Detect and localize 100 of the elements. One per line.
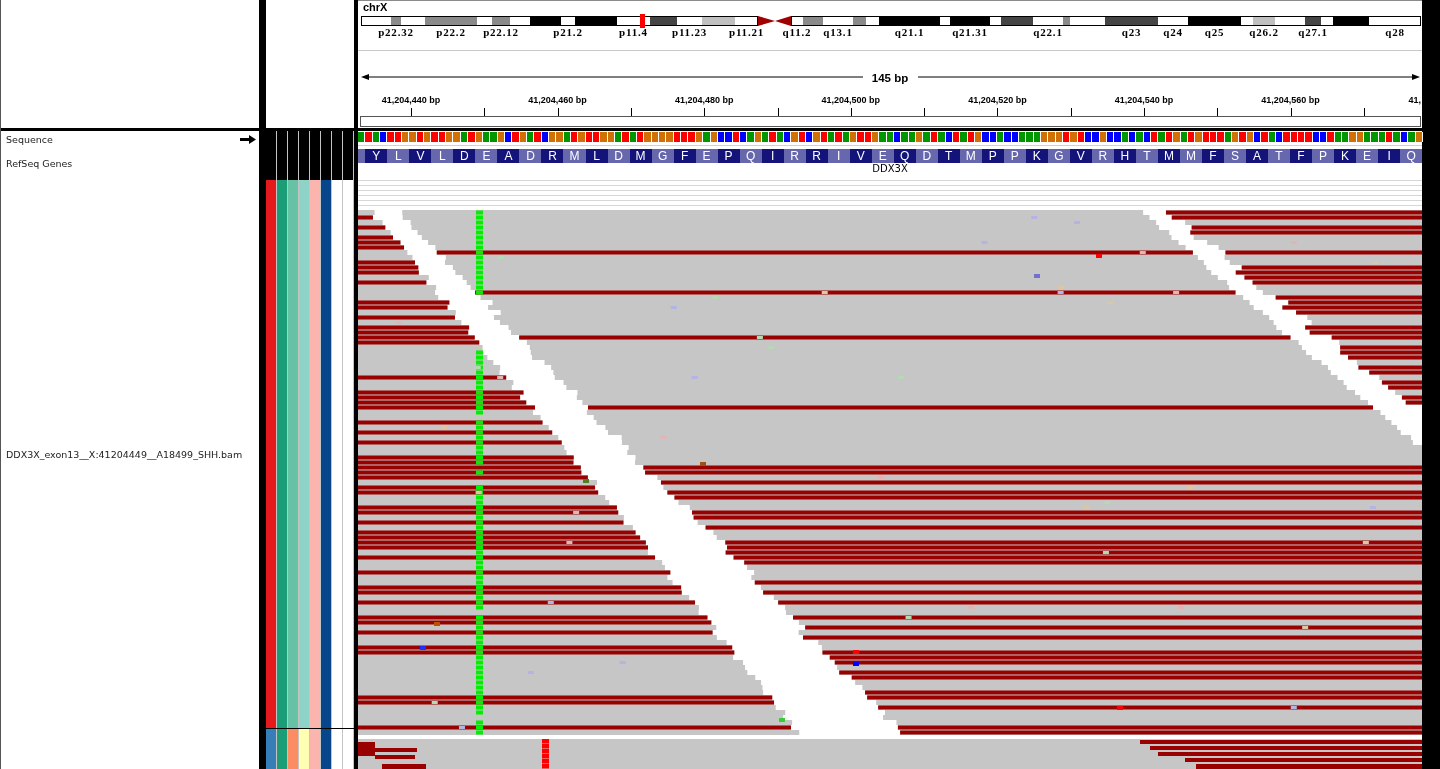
centromere-band [758,16,775,26]
band-label: p22.12 [483,26,519,38]
ideogram-band [1001,16,1033,26]
band-label: q27.1 [1298,26,1328,38]
amino-acid: E [871,149,894,163]
amino-acid: H [1113,149,1136,163]
ideogram-band [1188,16,1241,26]
amino-acid: M [563,149,586,163]
amino-acid: I [1378,149,1401,163]
ideogram-band [575,16,617,26]
amino-acid: I [827,149,850,163]
amino-acid: A [1245,149,1268,163]
amino-acid: M [1157,149,1180,163]
amino-acid: Q [739,149,762,163]
centromere-band [775,16,791,26]
ideogram-band [425,16,477,26]
ideogram-band [1105,16,1158,26]
band-label: q25 [1204,26,1225,38]
tick-label: 41,204,480 bp [674,95,734,105]
ideogram-band [950,16,990,26]
amino-acid: G [651,149,674,163]
chromosome-name: chrX [363,1,388,14]
current-view-marker [640,14,645,28]
amino-acid: D [453,149,476,163]
ideogram-band [650,16,677,26]
ideogram-band [1333,16,1369,26]
tick-label: 41,204,560 bp [1261,95,1320,105]
amino-acid: E [1356,149,1379,163]
band-label: p11.23 [671,26,708,38]
amino-acid: P [1003,149,1026,163]
band-label: q22.1 [1033,26,1063,38]
amino-acid: E [475,149,498,163]
tick-label: 41,204,540 bp [1114,95,1174,105]
amino-acid: A [497,149,520,163]
amino-acid: K [1334,149,1357,163]
amino-acid: T [1135,149,1158,163]
band-label: q23 [1121,26,1142,38]
tick-label: 41,204,520 bp [968,95,1027,105]
amino-acid: D [915,149,938,163]
amino-acid: Q [1400,149,1423,163]
ideogram-band [879,16,940,26]
band-label: q13.1 [823,26,853,38]
strand-arrow-icon[interactable] [240,135,256,144]
ideogram-band [853,16,866,26]
amino-acid: P [981,149,1004,163]
amino-acid: S [1223,149,1246,163]
band-label: q21.31 [952,26,988,38]
track-name[interactable]: Sequence [6,134,53,145]
amino-acid: R [1091,149,1114,163]
amino-acid: G [1047,149,1070,163]
tick-label: 41, [1408,95,1421,105]
amino-acid: Y [365,149,388,163]
gene-name: DDX3X [872,163,908,174]
band-label: p11.21 [728,26,765,38]
tick-label: 41,204,500 bp [821,95,881,105]
band-label: p22.2 [436,26,466,38]
ideogram-band [702,16,735,26]
amino-acid: M [959,149,982,163]
partial-codon-block [358,149,366,163]
amino-acid: R [541,149,564,163]
amino-acid: E [695,149,718,163]
tick-label: 41,204,460 bp [528,95,587,105]
amino-acid: I [761,149,784,163]
amino-acid: L [387,149,410,163]
amino-acid: V [1069,149,1092,163]
ideogram-band [1253,16,1275,26]
band-label: q24 [1163,26,1183,38]
track-name[interactable]: RefSeq Genes [6,158,73,169]
track-name[interactable]: DDX3X_exon13__X:41204449__A18499_SHH.bam [6,448,243,460]
amino-acid: M [629,149,652,163]
amino-acid: D [519,149,542,163]
amino-acid: D [607,149,630,163]
band-label: q11.2 [782,26,812,38]
ideogram-band [1305,16,1321,26]
ideogram-band [492,16,510,26]
amino-acid: L [585,149,608,163]
ideogram-band [803,16,823,26]
amino-acid: L [431,149,454,163]
ideogram-band [391,16,401,26]
band-label: p22.32 [378,26,414,38]
amino-acid: V [849,149,872,163]
band-label: p21.2 [553,26,583,38]
ideogram-band [1063,16,1070,26]
ideogram-band [530,16,561,26]
amino-acid: P [717,149,740,163]
band-label: p11.4 [619,26,648,38]
band-label: q26.2 [1249,26,1279,38]
amino-acid: Q [893,149,916,163]
tick-label: 41,204,440 bp [381,95,441,105]
amino-acid: F [1290,149,1312,163]
amino-acid: F [1201,149,1224,163]
amino-acid: R [783,149,806,163]
amino-acid: F [673,149,696,163]
amino-acid: M [1179,149,1202,163]
amino-acid: R [805,149,828,163]
amino-acid: T [1268,149,1290,163]
band-label: q21.1 [894,26,925,38]
amino-acid: K [1025,149,1048,163]
amino-acid: V [409,149,432,163]
amino-acid: P [1312,149,1335,163]
